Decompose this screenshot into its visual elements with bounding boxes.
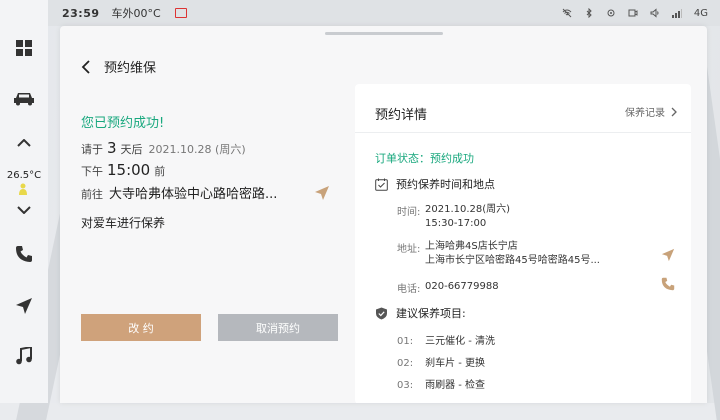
phone-number: 020-66779988 bbox=[425, 281, 499, 292]
item-number: 02: bbox=[397, 358, 414, 369]
status-icons: 4G bbox=[562, 8, 708, 19]
wifi-off-icon bbox=[562, 8, 572, 18]
status-bar: 23:59 车外00°C 4G bbox=[48, 0, 720, 26]
music-button[interactable] bbox=[0, 345, 48, 367]
maintenance-record-link[interactable]: 保养记录 bbox=[625, 104, 677, 119]
cabin-temp-value: 26.5°C bbox=[6, 169, 42, 181]
car-icon bbox=[14, 93, 34, 106]
divider bbox=[355, 132, 691, 133]
grid-icon bbox=[16, 40, 32, 56]
phone-label: 电话: bbox=[397, 284, 421, 295]
item-number: 03: bbox=[397, 380, 414, 391]
page-title: 预约维保 bbox=[104, 61, 157, 76]
temp-up-button[interactable] bbox=[0, 136, 48, 150]
page-header: 预约维保 bbox=[80, 57, 156, 76]
please-label: 请于 bbox=[81, 143, 103, 156]
back-icon[interactable] bbox=[80, 59, 92, 74]
left-dock: 26.5°C bbox=[0, 0, 48, 403]
modify-booking-button[interactable]: 改 约 bbox=[81, 314, 201, 341]
chevron-up-icon bbox=[17, 139, 31, 147]
days-suffix: 天后 bbox=[120, 143, 143, 156]
item-number: 01: bbox=[397, 336, 414, 347]
maintenance-item: 01: 三元催化 - 清洗 bbox=[397, 332, 495, 347]
booking-time-row: 下午 15:00 前 bbox=[81, 161, 165, 179]
signal-icon bbox=[671, 9, 682, 18]
maintenance-booking-card: 预约维保 您已预约成功! 请于 3 天后 2021.10.28 (周六) 下午 … bbox=[60, 26, 707, 403]
clock: 23:59 bbox=[62, 6, 100, 20]
maintenance-items-section: 建议保养项目: bbox=[375, 305, 466, 321]
volume-icon bbox=[650, 8, 659, 18]
address-line2: 上海市长宁区哈密路45号哈密路45号... bbox=[425, 255, 600, 266]
phone-row: 电话: 020-66779988 bbox=[397, 280, 499, 295]
shield-check-icon bbox=[376, 307, 387, 319]
booking-place-row: 前往 大寺哈弗体验中心路哈密路... bbox=[81, 183, 277, 202]
navigate-arrow-icon[interactable] bbox=[314, 185, 330, 201]
chevron-down-icon bbox=[17, 206, 31, 214]
booking-success-text: 您已预约成功! bbox=[81, 116, 165, 131]
dashcam-icon bbox=[628, 9, 638, 17]
outside-temperature: 车外00°C bbox=[111, 7, 161, 20]
message-icon[interactable] bbox=[174, 8, 187, 18]
call-phone-icon[interactable] bbox=[661, 277, 675, 291]
maintenance-items-heading: 建议保养项目: bbox=[396, 307, 466, 320]
address-line1: 上海哈弗4S店长宁店 bbox=[425, 241, 518, 252]
apps-button[interactable] bbox=[0, 38, 48, 58]
period-label: 下午 bbox=[81, 165, 103, 178]
maintenance-item: 03: 雨刷器 - 检查 bbox=[397, 376, 485, 391]
time-label: 时间: bbox=[397, 207, 421, 218]
time-range: 15:30-17:00 bbox=[425, 218, 487, 229]
network-type: 4G bbox=[693, 7, 708, 19]
address-row: 地址: 上海哈弗4S店长宁店 上海市长宁区哈密路45号哈密路45号... bbox=[397, 240, 600, 268]
phone-icon bbox=[16, 246, 32, 262]
chevron-right-icon bbox=[671, 107, 677, 116]
cancel-booking-button[interactable]: 取消预约 bbox=[218, 314, 338, 341]
temp-down-button[interactable] bbox=[0, 203, 48, 217]
seat-occupant-icon bbox=[19, 183, 27, 195]
address-label: 地址: bbox=[397, 244, 421, 255]
details-title: 预约详情 bbox=[375, 108, 428, 123]
order-status: 订单状态：预约成功 bbox=[375, 152, 474, 165]
before-label: 前 bbox=[154, 165, 166, 178]
maintenance-item: 02: 刹车片 - 更换 bbox=[397, 354, 485, 369]
days-value: 3 bbox=[107, 139, 117, 157]
goto-label: 前往 bbox=[81, 188, 103, 201]
booking-details-panel: 预约详情 保养记录 订单状态：预约成功 预约保养时间和地点 时间: 2021.1… bbox=[355, 84, 691, 403]
time-date: 2021.10.28(周六) bbox=[425, 204, 511, 215]
booking-time: 15:00 bbox=[107, 161, 151, 179]
calendar-check-icon bbox=[375, 178, 388, 191]
booking-task: 对爱车进行保养 bbox=[81, 216, 166, 230]
music-icon bbox=[16, 347, 32, 365]
item-text: 三元催化 - 清洗 bbox=[425, 336, 496, 347]
drag-handle[interactable] bbox=[325, 32, 443, 35]
cabin-temperature: 26.5°C bbox=[0, 168, 48, 182]
time-place-section: 预约保养时间和地点 bbox=[375, 176, 495, 192]
phone-button[interactable] bbox=[0, 243, 48, 265]
record-link-label: 保养记录 bbox=[625, 108, 665, 119]
booking-days-row: 请于 3 天后 2021.10.28 (周六) bbox=[81, 139, 246, 157]
time-place-heading: 预约保养时间和地点 bbox=[396, 178, 495, 191]
time-row: 时间: 2021.10.28(周六) 15:30-17:00 bbox=[397, 203, 510, 231]
vehicle-button[interactable] bbox=[0, 88, 48, 108]
bluetooth-icon bbox=[586, 8, 592, 18]
item-text: 雨刷器 - 检查 bbox=[425, 380, 486, 391]
navigation-button[interactable] bbox=[0, 296, 48, 316]
item-text: 刹车片 - 更换 bbox=[425, 358, 486, 369]
gps-icon bbox=[607, 9, 615, 17]
navigation-icon bbox=[16, 298, 32, 314]
navigate-arrow-icon[interactable] bbox=[661, 248, 675, 262]
booking-place: 大寺哈弗体验中心路哈密路... bbox=[109, 187, 278, 202]
booking-date: 2021.10.28 (周六) bbox=[148, 143, 246, 156]
